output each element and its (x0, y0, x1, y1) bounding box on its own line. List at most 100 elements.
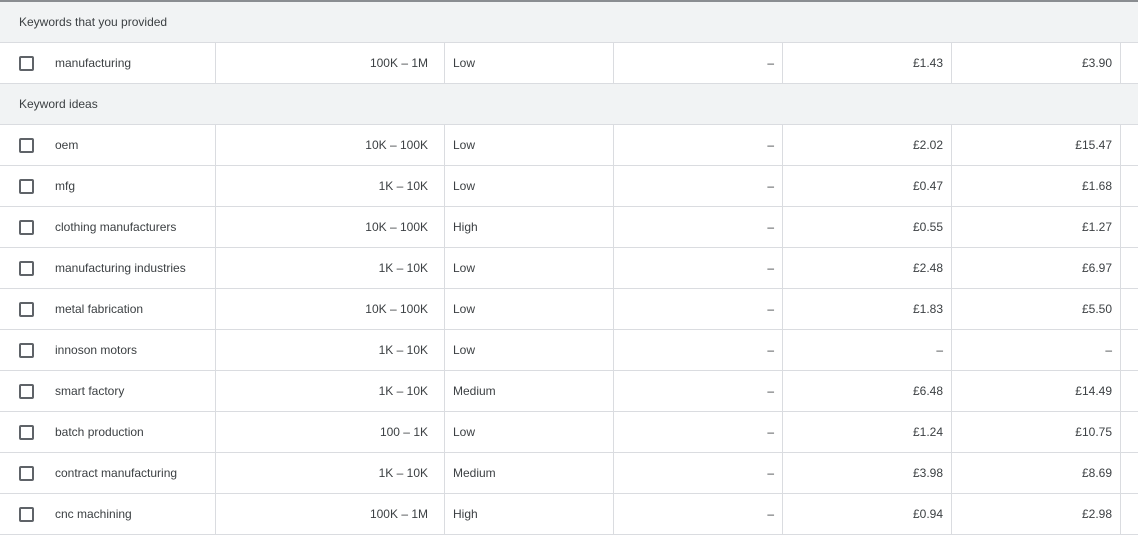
top-of-page-bid-low: £0.47 (912, 179, 943, 193)
checkbox-unchecked-icon[interactable] (19, 424, 34, 440)
keyword-text: cnc machining (55, 507, 132, 521)
ad-impression-share-cell: – (614, 412, 783, 452)
top-of-page-bid-low-cell: £6.48 (783, 371, 952, 411)
ad-impression-share: – (767, 261, 774, 275)
ad-impression-share: – (767, 343, 774, 357)
checkbox-unchecked-icon[interactable] (19, 342, 34, 358)
top-of-page-bid-low: £2.48 (912, 261, 943, 275)
overflow-cell (1121, 371, 1138, 411)
top-of-page-bid-high-cell: £1.27 (952, 207, 1121, 247)
top-of-page-bid-high: £5.50 (1081, 302, 1112, 316)
top-of-page-bid-high-cell: £2.98 (952, 494, 1121, 534)
top-of-page-bid-low-cell: £3.98 (783, 453, 952, 493)
ad-impression-share: – (767, 220, 774, 234)
top-of-page-bid-low: £0.94 (912, 507, 943, 521)
keyword-cell: metal fabrication (0, 289, 216, 329)
competition-cell: Low (445, 289, 614, 329)
keyword-cell: mfg (0, 166, 216, 206)
keyword-text: metal fabrication (55, 302, 144, 316)
checkbox-unchecked-icon[interactable] (19, 219, 34, 235)
keyword-cell: manufacturing industries (0, 248, 216, 288)
table-row: cnc machining 100K – 1M High – £0.94 £2.98 (0, 494, 1138, 535)
overflow-cell (1121, 494, 1138, 534)
ad-impression-share-cell: – (614, 207, 783, 247)
keyword-cell: cnc machining (0, 494, 216, 534)
table-row: mfg 1K – 10K Low – £0.47 £1.68 (0, 166, 1138, 207)
top-of-page-bid-high: £14.49 (1075, 384, 1112, 398)
competition: Low (453, 343, 476, 357)
ad-impression-share: – (767, 179, 774, 193)
top-of-page-bid-low-cell: £1.24 (783, 412, 952, 452)
table-row: manufacturing 100K – 1M Low – £1.43 £3.9… (0, 43, 1138, 84)
avg-monthly-searches-cell: 1K – 10K (216, 453, 445, 493)
top-of-page-bid-low: £1.43 (912, 56, 943, 70)
overflow-cell (1121, 166, 1138, 206)
top-of-page-bid-low-cell: £0.47 (783, 166, 952, 206)
competition-cell: Low (445, 330, 614, 370)
ad-impression-share-cell: – (614, 248, 783, 288)
top-of-page-bid-low: £2.02 (912, 138, 943, 152)
competition-cell: Low (445, 248, 614, 288)
ad-impression-share-cell: – (614, 125, 783, 165)
competition: Low (453, 179, 476, 193)
table-row: innoson motors 1K – 10K Low – – – (0, 330, 1138, 371)
checkbox-unchecked-icon[interactable] (19, 383, 34, 399)
keyword-text: clothing manufacturers (55, 220, 177, 234)
ad-impression-share-cell: – (614, 330, 783, 370)
keyword-text: mfg (55, 179, 76, 193)
avg-monthly-searches-cell: 1K – 10K (216, 330, 445, 370)
avg-monthly-searches-cell: 10K – 100K (216, 125, 445, 165)
top-of-page-bid-low: £1.83 (912, 302, 943, 316)
checkbox-unchecked-icon[interactable] (19, 506, 34, 522)
checkbox-unchecked-icon[interactable] (19, 55, 34, 71)
ad-impression-share-cell: – (614, 371, 783, 411)
keyword-cell: smart factory (0, 371, 216, 411)
competition-cell: Medium (445, 371, 614, 411)
top-of-page-bid-high-cell: £14.49 (952, 371, 1121, 411)
avg-monthly-searches-cell: 100K – 1M (216, 43, 445, 83)
checkbox-unchecked-icon[interactable] (19, 137, 34, 153)
competition-cell: Low (445, 125, 614, 165)
top-of-page-bid-low: £3.98 (912, 466, 943, 480)
table-row: metal fabrication 10K – 100K Low – £1.83 £5.5… (0, 289, 1138, 330)
top-of-page-bid-high: £8.69 (1081, 466, 1112, 480)
keyword-text: oem (55, 138, 79, 152)
avg-monthly-searches-cell: 1K – 10K (216, 248, 445, 288)
ad-impression-share: – (767, 384, 774, 398)
checkbox-unchecked-icon[interactable] (19, 301, 34, 317)
keyword-cell: batch production (0, 412, 216, 452)
top-of-page-bid-high-cell: £5.50 (952, 289, 1121, 329)
ad-impression-share: – (767, 466, 774, 480)
keyword-text: smart factory (55, 384, 125, 398)
top-of-page-bid-high-cell: £15.47 (952, 125, 1121, 165)
table-row: clothing manufacturers 10K – 100K High – £0.… (0, 207, 1138, 248)
ad-impression-share-cell: – (614, 166, 783, 206)
top-of-page-bid-low-cell: – (783, 330, 952, 370)
competition-cell: Low (445, 43, 614, 83)
competition: Low (453, 425, 476, 439)
top-of-page-bid-high: £1.68 (1081, 179, 1112, 193)
top-of-page-bid-low-cell: £0.94 (783, 494, 952, 534)
top-of-page-bid-low-cell: £1.43 (783, 43, 952, 83)
top-of-page-bid-low-cell: £1.83 (783, 289, 952, 329)
keyword-cell: contract manufacturing (0, 453, 216, 493)
section-header-provided-keywords: Keywords that you provided (0, 2, 1138, 43)
avg-monthly-searches-cell: 100K – 1M (216, 494, 445, 534)
ad-impression-share-cell: – (614, 289, 783, 329)
keyword-cell: manufacturing (0, 43, 216, 83)
keyword-cell: innoson motors (0, 330, 216, 370)
ad-impression-share: – (767, 302, 774, 316)
checkbox-unchecked-icon[interactable] (19, 465, 34, 481)
top-of-page-bid-high-cell: £1.68 (952, 166, 1121, 206)
top-of-page-bid-low: £1.24 (912, 425, 943, 439)
competition-cell: Medium (445, 453, 614, 493)
table-row: batch production 100 – 1K Low – £1.24 £10.75 (0, 412, 1138, 453)
avg-monthly-searches-cell: 10K – 100K (216, 207, 445, 247)
checkbox-unchecked-icon[interactable] (19, 178, 34, 194)
checkbox-unchecked-icon[interactable] (19, 260, 34, 276)
keyword-text: batch production (55, 425, 144, 439)
overflow-cell (1121, 248, 1138, 288)
overflow-cell (1121, 207, 1138, 247)
competition-cell: High (445, 207, 614, 247)
ad-impression-share: – (767, 425, 774, 439)
